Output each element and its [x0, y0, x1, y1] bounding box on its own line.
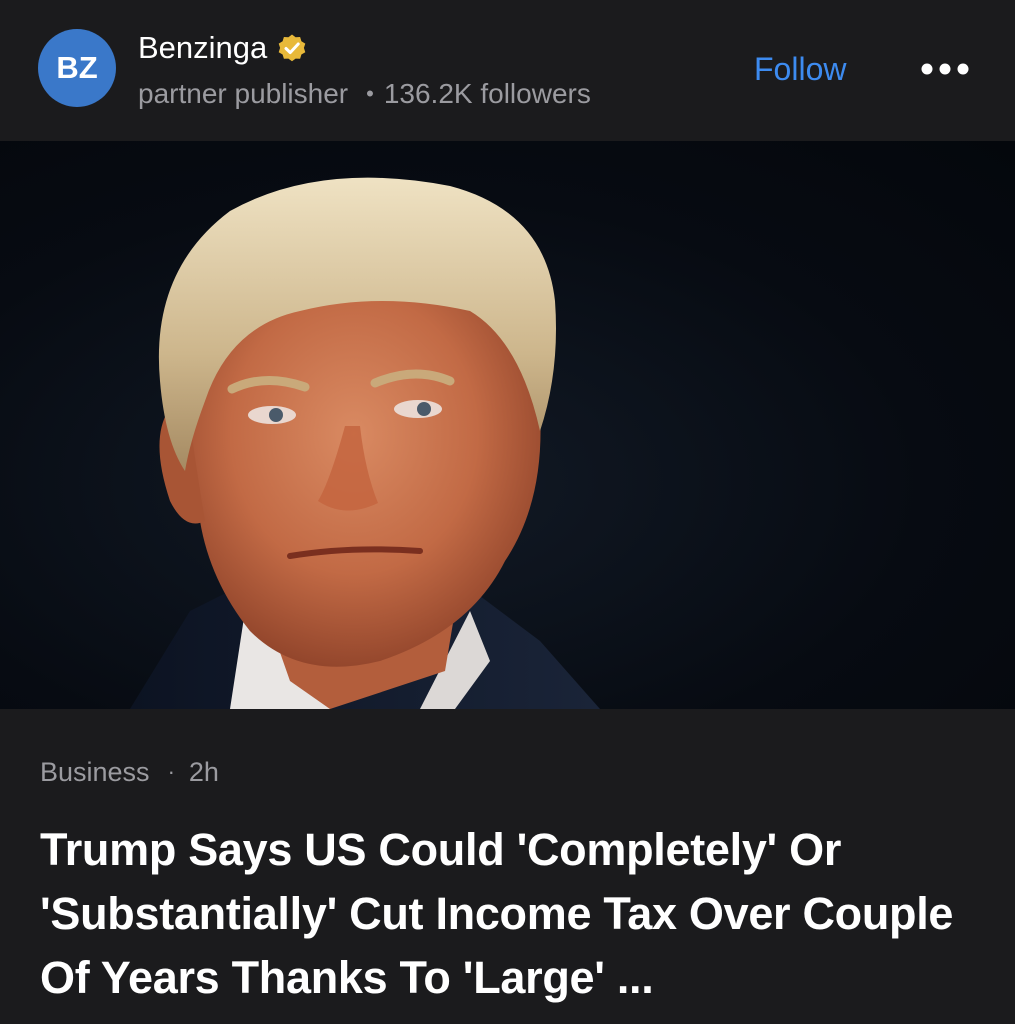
publisher-role: partner publisher [138, 78, 349, 109]
portrait-image [130, 177, 600, 709]
publisher-header: BZ Benzinga partner publisher • 136.2K f… [0, 0, 1015, 141]
follow-button[interactable]: Follow [754, 48, 846, 90]
avatar-initials: BZ [56, 50, 98, 85]
publisher-name-row[interactable]: Benzinga [138, 28, 309, 68]
more-options-button[interactable] [915, 56, 975, 82]
publisher-avatar[interactable]: BZ [38, 29, 116, 107]
separator-dot: • [366, 81, 374, 106]
publisher-name[interactable]: Benzinga [138, 30, 267, 66]
article-headline[interactable]: Trump Says US Could 'Completely' Or 'Sub… [40, 818, 990, 1010]
article-category[interactable]: Business [40, 757, 150, 788]
meta-separator: · [167, 759, 175, 784]
more-horizontal-icon [921, 63, 969, 75]
follower-count: 136.2K followers [383, 78, 591, 109]
article-meta: Business · 2h [40, 752, 219, 792]
verified-badge-icon [278, 34, 306, 62]
article-hero-image[interactable] [0, 141, 1015, 709]
article-age: 2h [188, 756, 219, 787]
publisher-subline: partner publisher • 136.2K followers [138, 76, 591, 112]
